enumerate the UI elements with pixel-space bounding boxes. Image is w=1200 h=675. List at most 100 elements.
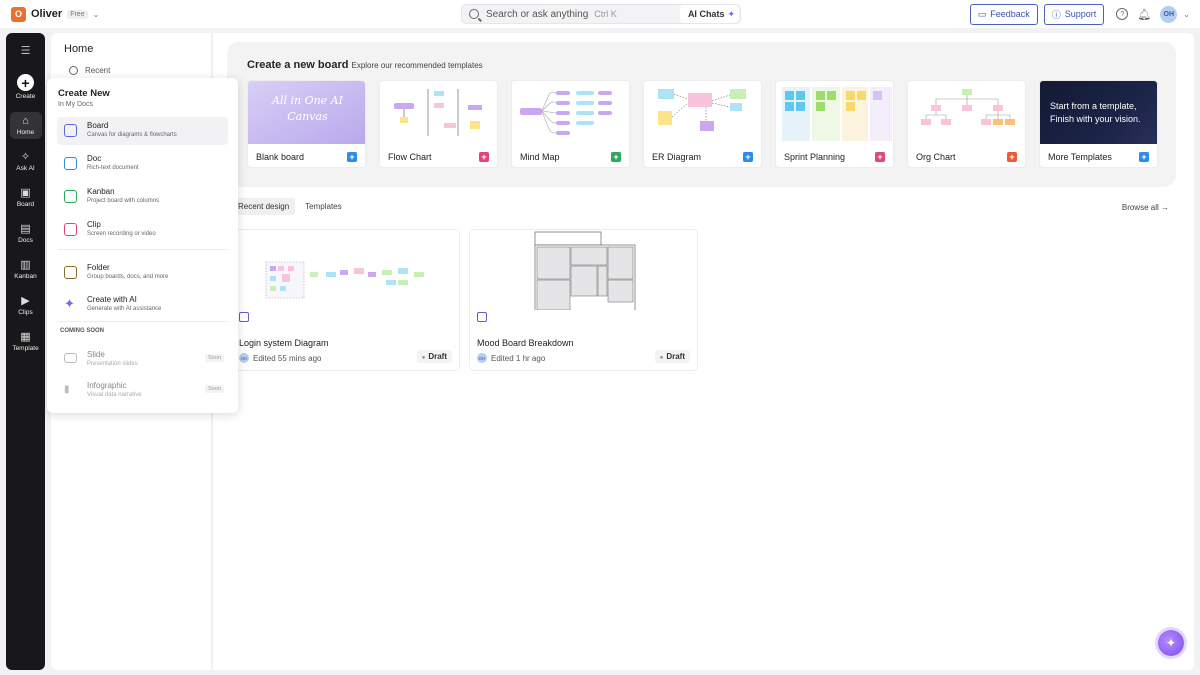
bell-icon[interactable]: 🔔︎ [1137, 8, 1151, 21]
status-badge: Draft [416, 350, 452, 363]
add-icon[interactable]: + [479, 152, 489, 162]
chat-icon: ▭ [977, 8, 987, 19]
divider [58, 249, 227, 250]
sparkle-icon: ✦ [64, 296, 75, 311]
item-name: Slide [87, 350, 105, 359]
flow-chart-thumbnail [380, 81, 497, 144]
video-icon: ▶ [21, 295, 30, 307]
folder-icon [64, 266, 77, 279]
board-icon [239, 312, 249, 322]
create-clip-item[interactable]: Clip Screen recording or video [57, 216, 228, 244]
template-mind-map[interactable]: Mind Map + [511, 80, 630, 168]
nav-clips[interactable]: ▶ Clips [10, 292, 42, 319]
video-icon [64, 223, 77, 236]
hero-title: Create a new board Explore our recommende… [247, 59, 483, 71]
ai-canvas-text: All in One AI Canvas [272, 94, 343, 123]
template-label: Blank board [256, 152, 305, 162]
create-kanban-item[interactable]: Kanban Project board with columns [57, 183, 228, 211]
clock-icon [69, 66, 78, 75]
doc-icon [64, 157, 77, 170]
template-hero: Create a new board Explore our recommende… [227, 42, 1176, 187]
template-label: Org Chart [916, 152, 956, 162]
design-title: Login system Diagram [239, 338, 329, 348]
org-chart-thumbnail [908, 81, 1025, 144]
design-thumbnail [470, 230, 697, 310]
template-er-diagram[interactable]: ER Diagram + [643, 80, 762, 168]
nav-home[interactable]: ⌂ Home [9, 112, 42, 139]
add-icon[interactable]: + [743, 152, 753, 162]
design-title: Mood Board Breakdown [477, 338, 574, 348]
user-avatar[interactable]: OH [1160, 5, 1178, 23]
search-placeholder: Search or ask anything [486, 8, 589, 20]
item-name: Doc [87, 154, 102, 163]
create-with-ai-item[interactable]: ✦ Create with AI Generate with AI assist… [57, 291, 228, 319]
edited-time: Edited 55 mins ago [253, 353, 322, 363]
workspace-switcher[interactable]: O Oliver Free ⌄ [11, 6, 100, 22]
blank-board-thumbnail: All in One AI Canvas [248, 81, 365, 144]
edited-time: Edited 1 hr ago [491, 353, 546, 363]
create-new-menu: Create New In My Docs Board Canvas for d… [47, 78, 238, 413]
template-sprint-planning[interactable]: Sprint Planning + [775, 80, 894, 168]
ai-chats-button[interactable]: AI Chats ✦ [679, 5, 739, 23]
item-name: Kanban [87, 187, 115, 196]
slide-item: Slide Presentation slides Soon [57, 346, 228, 374]
design-meta: OH Edited 55 mins ago [239, 353, 322, 363]
support-label: Support [1064, 9, 1097, 19]
add-icon[interactable]: + [347, 152, 357, 162]
tab-recent-design[interactable]: Recent design [232, 198, 296, 215]
design-card[interactable]: Mood Board Breakdown OH Edited 1 hr ago … [469, 229, 698, 371]
nav-kanban[interactable]: ▥ Kanban [10, 256, 42, 283]
template-icon: ▦ [20, 331, 31, 343]
hero-subtitle: Explore our recommended templates [351, 61, 483, 70]
create-folder-item[interactable]: Folder Group boards, docs, and more [57, 259, 228, 287]
create-menu-title: Create New [58, 88, 110, 99]
support-button[interactable]: ⓘ Support [1043, 3, 1105, 25]
nav-label: Create [15, 93, 36, 100]
template-more[interactable]: Start from a template, Finish with your … [1039, 80, 1158, 168]
item-desc: Project board with columns [87, 198, 160, 204]
plan-badge: Free [67, 9, 88, 19]
question-icon[interactable]: ? [1116, 8, 1129, 20]
nav-template[interactable]: ▦ Template [10, 328, 42, 355]
nav-label: Home [16, 129, 35, 136]
plus-icon: + [17, 74, 34, 91]
item-desc: Generate with AI assistance [87, 306, 162, 312]
item-desc: Screen recording or video [87, 231, 156, 237]
add-icon[interactable]: + [611, 152, 621, 162]
item-desc: Rich-text document [87, 165, 139, 171]
infographic-item: ▮ Infographic Visual data narrative Soon [57, 377, 228, 405]
design-meta: OH Edited 1 hr ago [477, 353, 545, 363]
add-icon[interactable]: + [1139, 152, 1149, 162]
chevron-down-icon: ⌄ [92, 9, 100, 19]
create-doc-item[interactable]: Doc Rich-text document [57, 150, 228, 178]
ai-assistant-button[interactable]: ✦ [1158, 630, 1184, 656]
add-icon[interactable]: + [1007, 152, 1017, 162]
nav-ask-ai[interactable]: ✧ Ask AI [10, 148, 42, 175]
menu-collapse-icon[interactable]: ☰ [21, 44, 31, 57]
kanban-icon: ▥ [20, 259, 31, 271]
create-board-item[interactable]: Board Canvas for diagrams & flowcharts [57, 117, 228, 145]
nav-board[interactable]: ▣ Board [10, 184, 42, 211]
feedback-button[interactable]: ▭ Feedback [969, 3, 1038, 25]
design-thumbnail [232, 230, 459, 310]
nav-create[interactable]: + Create [10, 71, 42, 103]
add-icon[interactable]: + [875, 152, 885, 162]
tab-templates[interactable]: Templates [299, 198, 347, 215]
template-flow-chart[interactable]: Flow Chart + [379, 80, 498, 168]
arrow-right-icon: → [1161, 203, 1169, 212]
template-label: Mind Map [520, 152, 560, 162]
avatar-chevron-icon[interactable]: ⌄ [1183, 10, 1190, 19]
sparkle-icon: ✦ [1165, 636, 1177, 650]
recent-link[interactable]: Recent [69, 66, 110, 75]
design-card[interactable]: Login system Diagram OH Edited 55 mins a… [231, 229, 460, 371]
template-blank-board[interactable]: All in One AI Canvas Blank board + [247, 80, 366, 168]
item-name: Folder [87, 263, 110, 272]
mind-map-thumbnail [512, 81, 629, 144]
item-name: Infographic [87, 381, 127, 390]
board-icon [477, 312, 487, 322]
template-org-chart[interactable]: Org Chart + [907, 80, 1026, 168]
search-bar[interactable]: Search or ask anything Ctrl K AI Chats ✦ [461, 4, 741, 24]
browse-all-label: Browse all [1121, 203, 1159, 212]
nav-docs[interactable]: ▤ Docs [10, 220, 42, 247]
browse-all-link[interactable]: Browse all → [1122, 203, 1169, 212]
